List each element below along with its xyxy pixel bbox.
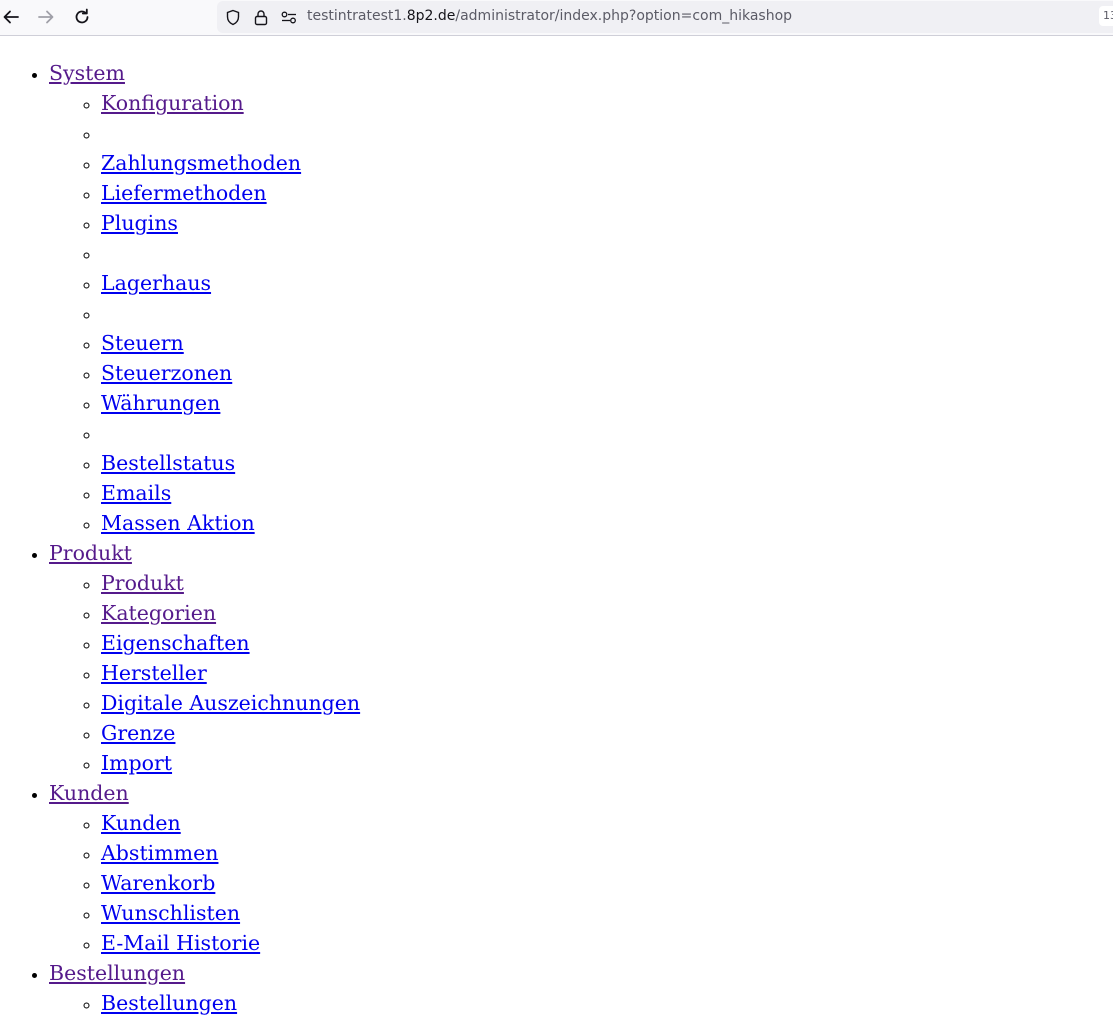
submenu-link[interactable]: Steuerzonen	[101, 361, 232, 385]
submenu-link[interactable]: Bestellstatus	[101, 451, 235, 475]
submenu-item: Kunden	[101, 808, 360, 838]
submenu-item: Währungen	[101, 388, 360, 418]
submenu-link[interactable]: Bestellungen	[101, 991, 237, 1015]
submenu-link[interactable]: Wunschlisten	[101, 901, 240, 925]
menu-section-link[interactable]: Produkt	[49, 541, 132, 565]
menu-section: System Konfiguration Zahlungsmethoden Lief…	[49, 58, 360, 538]
submenu-item: Steuern	[101, 328, 360, 358]
submenu-link[interactable]: Zahlungsmethoden	[101, 151, 301, 175]
url-text[interactable]: testintratest1.8p2.de/administrator/inde…	[307, 8, 792, 24]
submenu-item: Grenze	[101, 718, 360, 748]
submenu-link[interactable]: Produkt	[101, 571, 184, 595]
tracking-protection-icon[interactable]	[225, 9, 241, 30]
menu-section-link[interactable]: Kunden	[49, 781, 129, 805]
submenu-link[interactable]: Liefermethoden	[101, 181, 267, 205]
submenu: Kunden Abstimmen Warenkorb Wunschlisten E-Ma…	[49, 808, 360, 958]
submenu-item: Eigenschaften	[101, 628, 360, 658]
url-host: 8p2.de	[406, 8, 456, 24]
submenu-item: E-Mail Historie	[101, 928, 360, 958]
submenu-link[interactable]: Emails	[101, 481, 171, 505]
menu-section-link[interactable]: System	[49, 61, 125, 85]
submenu-item: Produkt	[101, 568, 360, 598]
url-path: /administrator/index.php?option=com_hika…	[455, 8, 793, 24]
submenu-item	[101, 418, 360, 448]
back-icon[interactable]	[0, 6, 24, 28]
submenu-item: Zahlungsmethoden	[101, 148, 360, 178]
url-bar[interactable]: testintratest1.8p2.de/administrator/inde…	[217, 1, 1113, 33]
submenu: Produkt Kategorien Eigenschaften Hersteller…	[49, 568, 360, 778]
submenu-link[interactable]: Import	[101, 751, 172, 775]
submenu-item	[101, 118, 360, 148]
submenu-link[interactable]: Währungen	[101, 391, 220, 415]
url-host-prefix: testintratest1.	[307, 8, 407, 24]
submenu: Bestellungen	[49, 988, 360, 1018]
submenu-item: Digitale Auszeichnungen	[101, 688, 360, 718]
lock-icon[interactable]	[253, 9, 269, 30]
menu-section: Bestellungen Bestellungen	[49, 958, 360, 1018]
submenu-link[interactable]: Digitale Auszeichnungen	[101, 691, 360, 715]
submenu-link[interactable]: Warenkorb	[101, 871, 215, 895]
admin-menu: System Konfiguration Zahlungsmethoden Lief…	[0, 58, 360, 1018]
submenu-link[interactable]: Lagerhaus	[101, 271, 211, 295]
submenu-link[interactable]: Kunden	[101, 811, 181, 835]
submenu-link[interactable]: Kategorien	[101, 601, 216, 625]
submenu-item: Bestellungen	[101, 988, 360, 1018]
submenu-link[interactable]: Grenze	[101, 721, 175, 745]
submenu-link[interactable]: Hersteller	[101, 661, 207, 685]
submenu-item: Hersteller	[101, 658, 360, 688]
submenu: Konfiguration Zahlungsmethoden Liefermeth…	[49, 88, 360, 538]
forward-icon[interactable]	[34, 6, 58, 28]
submenu-item: Massen Aktion	[101, 508, 360, 538]
permissions-icon[interactable]	[280, 9, 298, 30]
menu-section-link[interactable]: Bestellungen	[49, 961, 185, 985]
tab-count-badge[interactable]: 13	[1099, 6, 1113, 26]
menu-section: Kunden Kunden Abstimmen Warenkorb Wunschlist…	[49, 778, 360, 958]
submenu-item: Abstimmen	[101, 838, 360, 868]
submenu-link[interactable]: Plugins	[101, 211, 178, 235]
submenu-item: Konfiguration	[101, 88, 360, 118]
submenu-item: Plugins	[101, 208, 360, 238]
submenu-item	[101, 238, 360, 268]
submenu-link[interactable]: Abstimmen	[101, 841, 218, 865]
submenu-item: Import	[101, 748, 360, 778]
submenu-item: Wunschlisten	[101, 898, 360, 928]
submenu-link[interactable]: Massen Aktion	[101, 511, 255, 535]
menu-section: Produkt Produkt Kategorien Eigenschaften Her…	[49, 538, 360, 778]
submenu-item: Steuerzonen	[101, 358, 360, 388]
submenu-item: Liefermethoden	[101, 178, 360, 208]
submenu-item: Bestellstatus	[101, 448, 360, 478]
submenu-link[interactable]: Eigenschaften	[101, 631, 250, 655]
submenu-link[interactable]: Konfiguration	[101, 91, 244, 115]
browser-toolbar: testintratest1.8p2.de/administrator/inde…	[0, 0, 1113, 36]
submenu-link[interactable]: E-Mail Historie	[101, 931, 260, 955]
submenu-item: Warenkorb	[101, 868, 360, 898]
submenu-item: Lagerhaus	[101, 268, 360, 298]
reload-icon[interactable]	[70, 6, 94, 28]
submenu-item: Kategorien	[101, 598, 360, 628]
submenu-link[interactable]: Steuern	[101, 331, 184, 355]
submenu-item	[101, 298, 360, 328]
submenu-item: Emails	[101, 478, 360, 508]
